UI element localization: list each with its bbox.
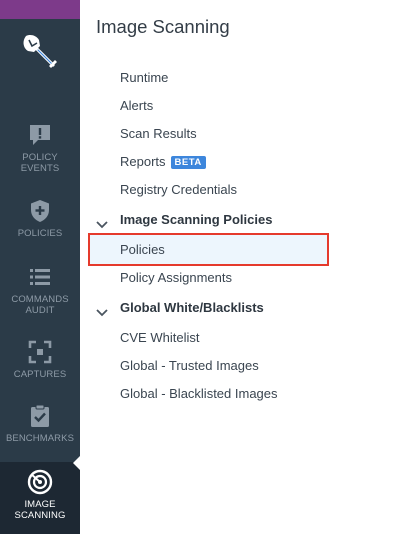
icon-sidebar: POLICY EVENTS POLICIES COMMANDS AUDIT CA… <box>0 0 81 534</box>
sidebar-item-policy-events[interactable]: POLICY EVENTS <box>0 122 80 174</box>
sidebar-item-image-scanning[interactable]: IMAGE SCANNING <box>0 462 80 534</box>
clipboard-check-icon <box>27 403 53 429</box>
sidebar-top-accent <box>0 0 80 19</box>
menu-item-label: Policies <box>120 242 165 257</box>
shield-plus-icon <box>27 198 53 224</box>
sidebar-item-commands-audit[interactable]: COMMANDS AUDIT <box>0 264 80 316</box>
page-title: Image Scanning <box>96 16 230 37</box>
sidebar-item-label: POLICIES <box>17 228 63 239</box>
radar-target-icon <box>27 469 53 495</box>
menu-item-policies[interactable]: Policies <box>88 233 329 266</box>
alert-bubble-icon <box>27 122 53 148</box>
sidebar-item-label: CAPTURES <box>13 369 67 380</box>
menu-item-trusted-images[interactable]: Global - Trusted Images <box>120 358 259 373</box>
menu-item-registry-credentials[interactable]: Registry Credentials <box>120 182 237 197</box>
menu-item-policy-assignments[interactable]: Policy Assignments <box>120 270 232 285</box>
list-icon <box>27 264 53 290</box>
shovel-logo-icon[interactable] <box>20 32 60 72</box>
menu-item-runtime[interactable]: Runtime <box>120 70 168 85</box>
sidebar-item-policies[interactable]: POLICIES <box>0 198 80 239</box>
sidebar-item-label: COMMANDS AUDIT <box>11 294 69 316</box>
sidebar-item-label: POLICY EVENTS <box>20 152 60 174</box>
capture-frame-icon <box>27 339 53 365</box>
sidebar-item-benchmarks[interactable]: BENCHMARKS <box>0 403 80 444</box>
app-window: POLICY EVENTS POLICIES COMMANDS AUDIT CA… <box>0 0 398 534</box>
active-indicator-notch <box>73 455 81 471</box>
sidebar-item-captures[interactable]: CAPTURES <box>0 339 80 380</box>
sidebar-item-label: BENCHMARKS <box>5 433 75 444</box>
menu-group-global-white-blacklists[interactable]: Global White/Blacklists <box>96 300 264 316</box>
menu-item-cve-whitelist[interactable]: CVE Whitelist <box>120 330 199 345</box>
menu-item-scan-results[interactable]: Scan Results <box>120 126 197 141</box>
chevron-down-icon <box>96 305 108 316</box>
menu-group-label: Global White/Blacklists <box>120 300 264 315</box>
menu-group-label: Image Scanning Policies <box>120 212 273 227</box>
menu-group-image-scanning-policies[interactable]: Image Scanning Policies <box>96 212 273 228</box>
chevron-down-icon <box>96 217 108 228</box>
menu-item-alerts[interactable]: Alerts <box>120 98 153 113</box>
menu-item-label: Reports <box>120 154 166 169</box>
sidebar-item-label: IMAGE SCANNING <box>14 499 66 521</box>
beta-badge: BETA <box>170 156 206 169</box>
menu-item-reports[interactable]: Reports BETA <box>120 154 206 169</box>
menu-item-blacklisted-images[interactable]: Global - Blacklisted Images <box>120 386 278 401</box>
